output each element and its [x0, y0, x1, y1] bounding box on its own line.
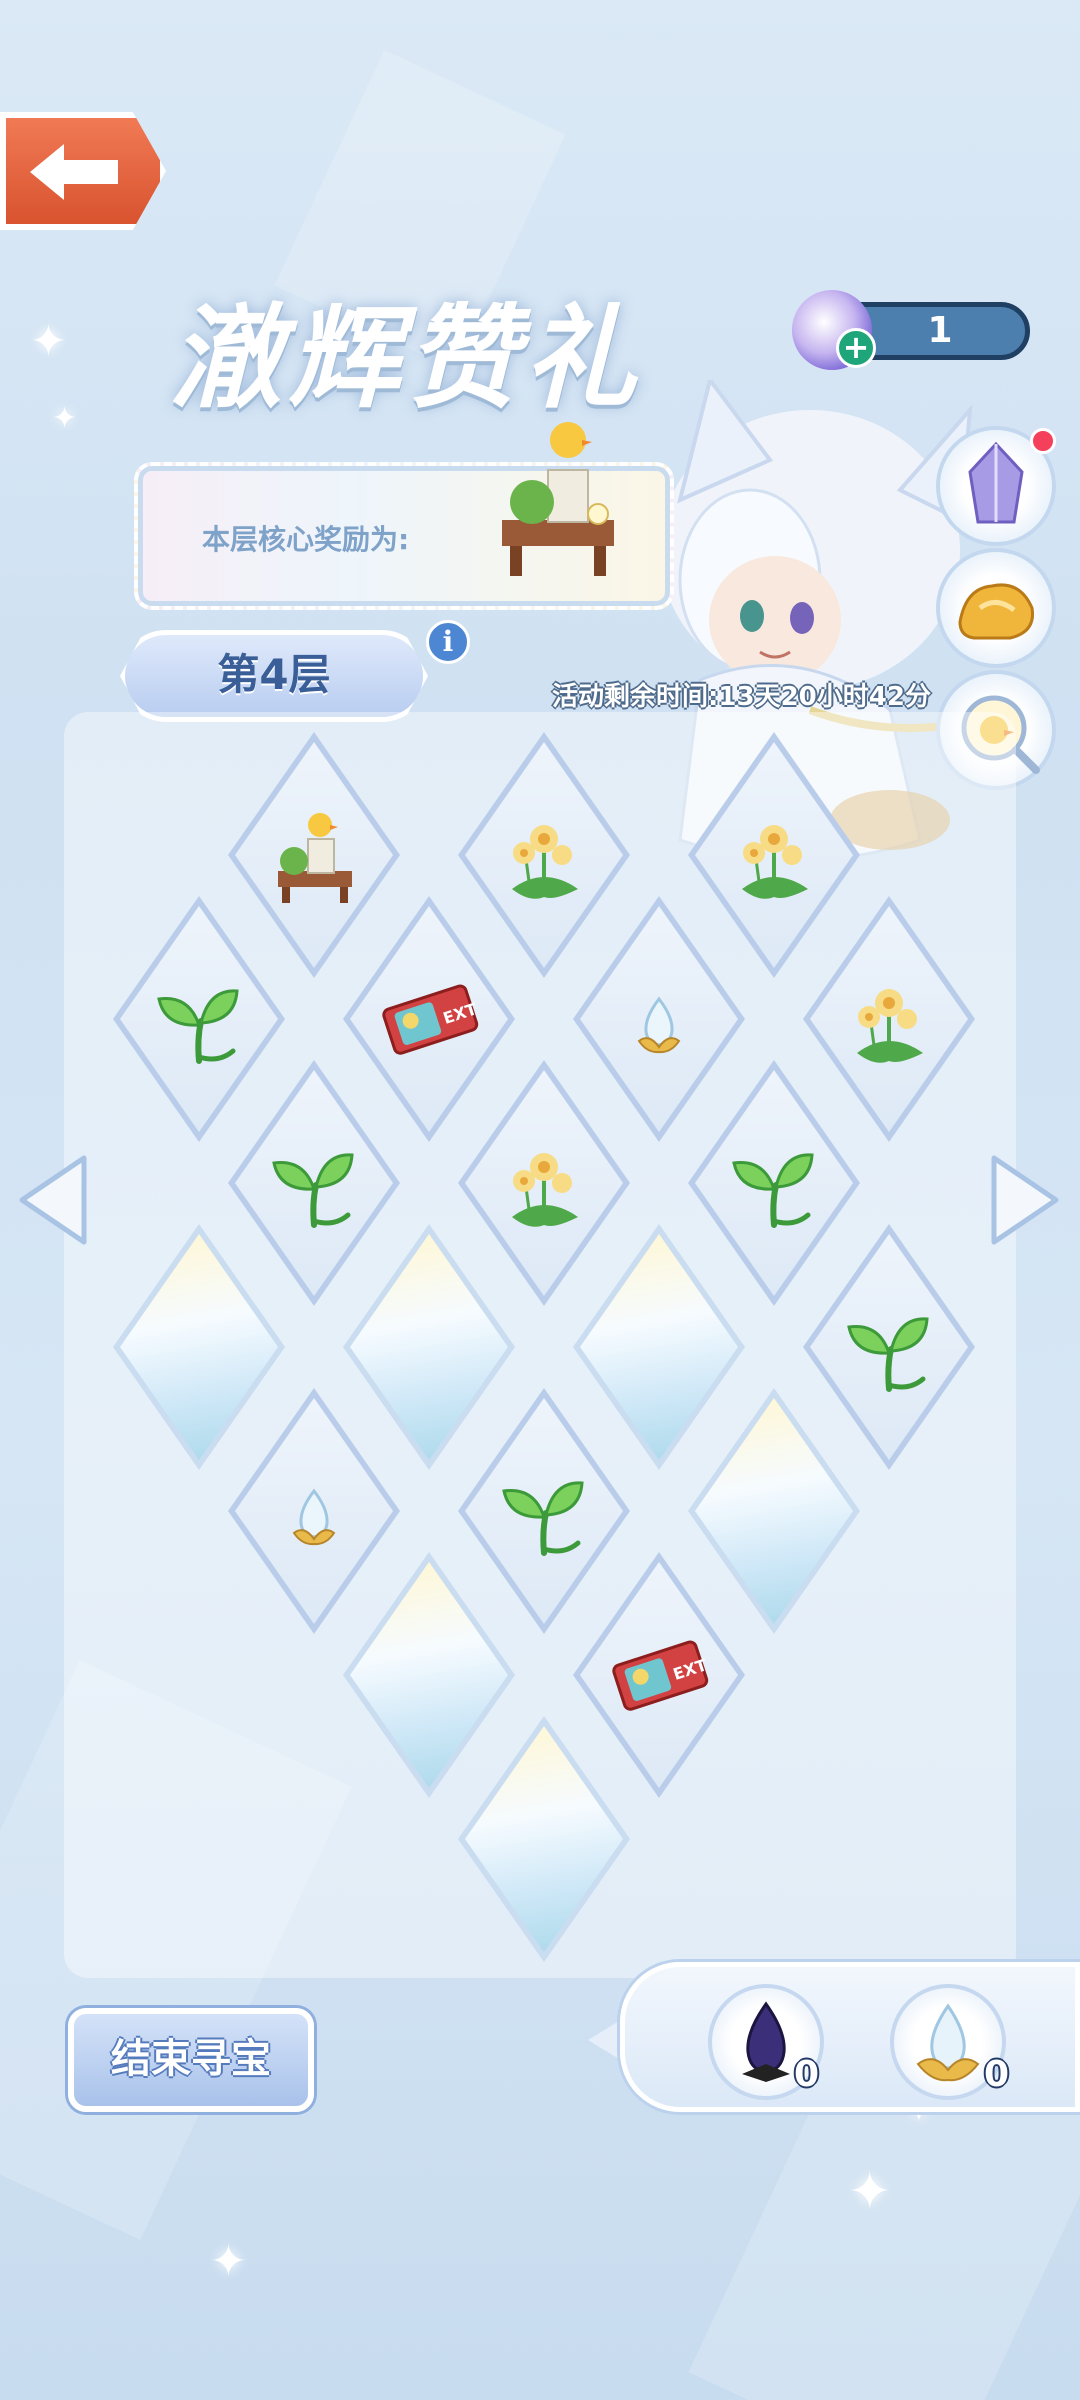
inventory-count: 0 [984, 2054, 1010, 2095]
sprout-icon [732, 1153, 814, 1228]
end-treasure-hunt-button[interactable]: 结束寻宝 [68, 2008, 314, 2112]
sparkle-icon: ✦ [52, 401, 78, 436]
sprout-icon [502, 1481, 584, 1556]
sprout-icon [272, 1153, 354, 1228]
inventory-count: 0 [794, 2054, 820, 2095]
layer-badge: 第4层 [120, 630, 428, 722]
yellow-flower-icon [857, 989, 923, 1063]
sprout-icon [157, 989, 239, 1064]
sprout-icon [847, 1317, 929, 1392]
back-button[interactable] [0, 112, 166, 230]
inventory-panel [620, 1962, 1080, 2112]
crystal-egg-icon [637, 996, 681, 1054]
garden-table-furniture-icon [502, 422, 614, 576]
ticket-icon: EXT [612, 1640, 709, 1711]
yellow-flower-icon [512, 825, 578, 899]
yellow-flower-icon [742, 825, 808, 899]
side-button-gold[interactable] [940, 552, 1052, 664]
previous-layer-arrow-icon[interactable] [14, 1150, 94, 1250]
notification-badge [1030, 428, 1056, 454]
yellow-flower-icon [512, 1153, 578, 1227]
garden-table-icon [278, 813, 352, 903]
ticket-icon: EXT [382, 984, 479, 1055]
core-reward-label: 本层核心奖励为: [202, 523, 410, 556]
inventory-panel-tip [588, 2018, 624, 2062]
crystal-egg-icon [292, 1488, 336, 1546]
info-icon[interactable]: i [426, 620, 470, 664]
golden-rock-icon [958, 583, 1035, 640]
sparkle-icon: ✦ [30, 316, 67, 367]
next-layer-arrow-icon[interactable] [984, 1150, 1064, 1250]
back-arrow-icon [30, 144, 118, 200]
sparkle-icon: ✦ [210, 2236, 247, 2287]
plus-icon[interactable]: + [836, 328, 876, 368]
event-timer: 活动剩余时间:13天20小时42分 [552, 682, 931, 712]
sparkle-icon: ✦ [848, 2162, 892, 2222]
